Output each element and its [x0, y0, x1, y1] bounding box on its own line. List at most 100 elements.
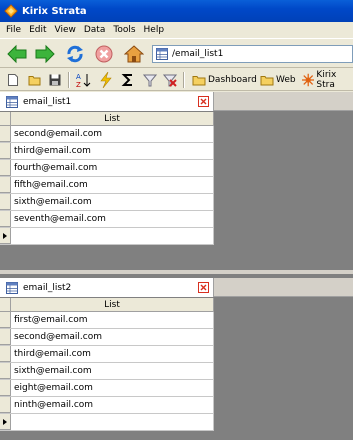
- table-row[interactable]: sixth@email.com: [0, 194, 214, 211]
- grid-corner[interactable]: [0, 298, 11, 311]
- back-arrow-icon: [7, 44, 27, 64]
- svg-text:A: A: [76, 73, 81, 81]
- run-button[interactable]: [98, 72, 114, 88]
- panel-tab-bar: email_list1: [0, 92, 353, 111]
- menu-data[interactable]: Data: [80, 25, 110, 35]
- data-grid: List first@email.com second@email.com th…: [0, 298, 214, 431]
- refresh-button[interactable]: [64, 43, 86, 65]
- row-header[interactable]: [0, 177, 11, 193]
- new-row-marker[interactable]: [0, 414, 11, 430]
- tab-label: email_list2: [23, 282, 72, 293]
- table-cell[interactable]: fifth@email.com: [11, 177, 214, 193]
- remove-filter-button[interactable]: [162, 72, 178, 88]
- table-cell[interactable]: second@email.com: [11, 126, 214, 142]
- table-row[interactable]: ninth@email.com: [0, 397, 214, 414]
- bookmark-web[interactable]: Web: [260, 72, 296, 88]
- table-cell[interactable]: ninth@email.com: [11, 397, 214, 413]
- close-icon[interactable]: [198, 96, 209, 107]
- row-header[interactable]: [0, 397, 11, 413]
- filter-icon: [143, 74, 157, 87]
- row-header[interactable]: [0, 194, 11, 210]
- sigma-icon: [121, 74, 132, 86]
- row-header[interactable]: [0, 380, 11, 396]
- row-header[interactable]: [0, 329, 11, 345]
- new-button[interactable]: [5, 72, 21, 88]
- close-icon[interactable]: [198, 282, 209, 293]
- new-row[interactable]: [0, 414, 214, 431]
- bookmark-label: Web: [276, 75, 296, 85]
- toolbar-separator: [68, 72, 70, 88]
- row-header[interactable]: [0, 312, 11, 328]
- url-input[interactable]: [172, 49, 342, 59]
- column-header-list[interactable]: List: [11, 298, 214, 311]
- table-icon: [156, 48, 168, 60]
- bookmark-dashboard[interactable]: Dashboard: [192, 72, 257, 88]
- table-cell[interactable]: second@email.com: [11, 329, 214, 345]
- menu-tools[interactable]: Tools: [109, 25, 139, 35]
- tab-label: email_list1: [23, 96, 72, 107]
- table-cell[interactable]: fourth@email.com: [11, 160, 214, 176]
- table-row[interactable]: third@email.com: [0, 346, 214, 363]
- stop-icon: [95, 45, 113, 63]
- back-button[interactable]: [6, 43, 28, 65]
- bookmark-label: Kirix Stra: [316, 70, 337, 90]
- data-grid: List second@email.com third@email.com fo…: [0, 112, 214, 245]
- table-row[interactable]: second@email.com: [0, 126, 214, 143]
- kirix-app-icon: [4, 4, 18, 18]
- bookmark-label: Dashboard: [208, 75, 257, 85]
- summary-button[interactable]: [120, 72, 136, 88]
- menu-help[interactable]: Help: [140, 25, 169, 35]
- forward-arrow-icon: [35, 44, 55, 64]
- row-header[interactable]: [0, 346, 11, 362]
- table-cell[interactable]: sixth@email.com: [11, 363, 214, 379]
- sort-az-icon: A Z: [76, 73, 91, 88]
- table-cell[interactable]: eight@email.com: [11, 380, 214, 396]
- table-cell[interactable]: third@email.com: [11, 143, 214, 159]
- menu-edit[interactable]: Edit: [25, 25, 50, 35]
- home-icon: [124, 45, 144, 63]
- filter-button[interactable]: [142, 72, 158, 88]
- table-row[interactable]: sixth@email.com: [0, 363, 214, 380]
- table-row[interactable]: third@email.com: [0, 143, 214, 160]
- panel-splitter[interactable]: [0, 270, 353, 274]
- row-header[interactable]: [0, 363, 11, 379]
- new-file-icon: [8, 74, 18, 86]
- home-button[interactable]: [123, 43, 145, 65]
- table-row[interactable]: seventh@email.com: [0, 211, 214, 228]
- folder-icon: [260, 76, 274, 86]
- refresh-icon: [67, 45, 83, 63]
- table-row[interactable]: second@email.com: [0, 329, 214, 346]
- table-cell[interactable]: [11, 228, 214, 244]
- new-row[interactable]: [0, 228, 214, 245]
- menu-view[interactable]: View: [51, 25, 80, 35]
- grid-corner[interactable]: [0, 112, 11, 125]
- row-header[interactable]: [0, 211, 11, 227]
- table-cell[interactable]: sixth@email.com: [11, 194, 214, 210]
- stop-button[interactable]: [93, 43, 115, 65]
- tab-email-list2[interactable]: email_list2: [0, 278, 214, 297]
- folder-icon: [192, 76, 206, 86]
- table-cell[interactable]: seventh@email.com: [11, 211, 214, 227]
- table-cell[interactable]: first@email.com: [11, 312, 214, 328]
- open-button[interactable]: [27, 72, 43, 88]
- table-cell[interactable]: [11, 414, 214, 430]
- forward-button[interactable]: [34, 43, 56, 65]
- grid-header: List: [0, 298, 214, 312]
- bookmark-kirix[interactable]: Kirix Stra: [302, 70, 353, 90]
- table-row[interactable]: eight@email.com: [0, 380, 214, 397]
- column-header-list[interactable]: List: [11, 112, 214, 125]
- table-row[interactable]: fifth@email.com: [0, 177, 214, 194]
- table-cell[interactable]: third@email.com: [11, 346, 214, 362]
- save-button[interactable]: [47, 72, 63, 88]
- table-row[interactable]: fourth@email.com: [0, 160, 214, 177]
- new-row-marker[interactable]: [0, 228, 11, 244]
- row-header[interactable]: [0, 160, 11, 176]
- tab-email-list1[interactable]: email_list1: [0, 92, 214, 111]
- sort-button[interactable]: A Z: [76, 72, 92, 88]
- menu-file[interactable]: File: [2, 25, 25, 35]
- url-bar[interactable]: [152, 45, 353, 63]
- row-header[interactable]: [0, 126, 11, 142]
- row-header[interactable]: [0, 143, 11, 159]
- table-row[interactable]: first@email.com: [0, 312, 214, 329]
- toolbar: A Z Dashboard Web Kirix Stra: [0, 69, 353, 91]
